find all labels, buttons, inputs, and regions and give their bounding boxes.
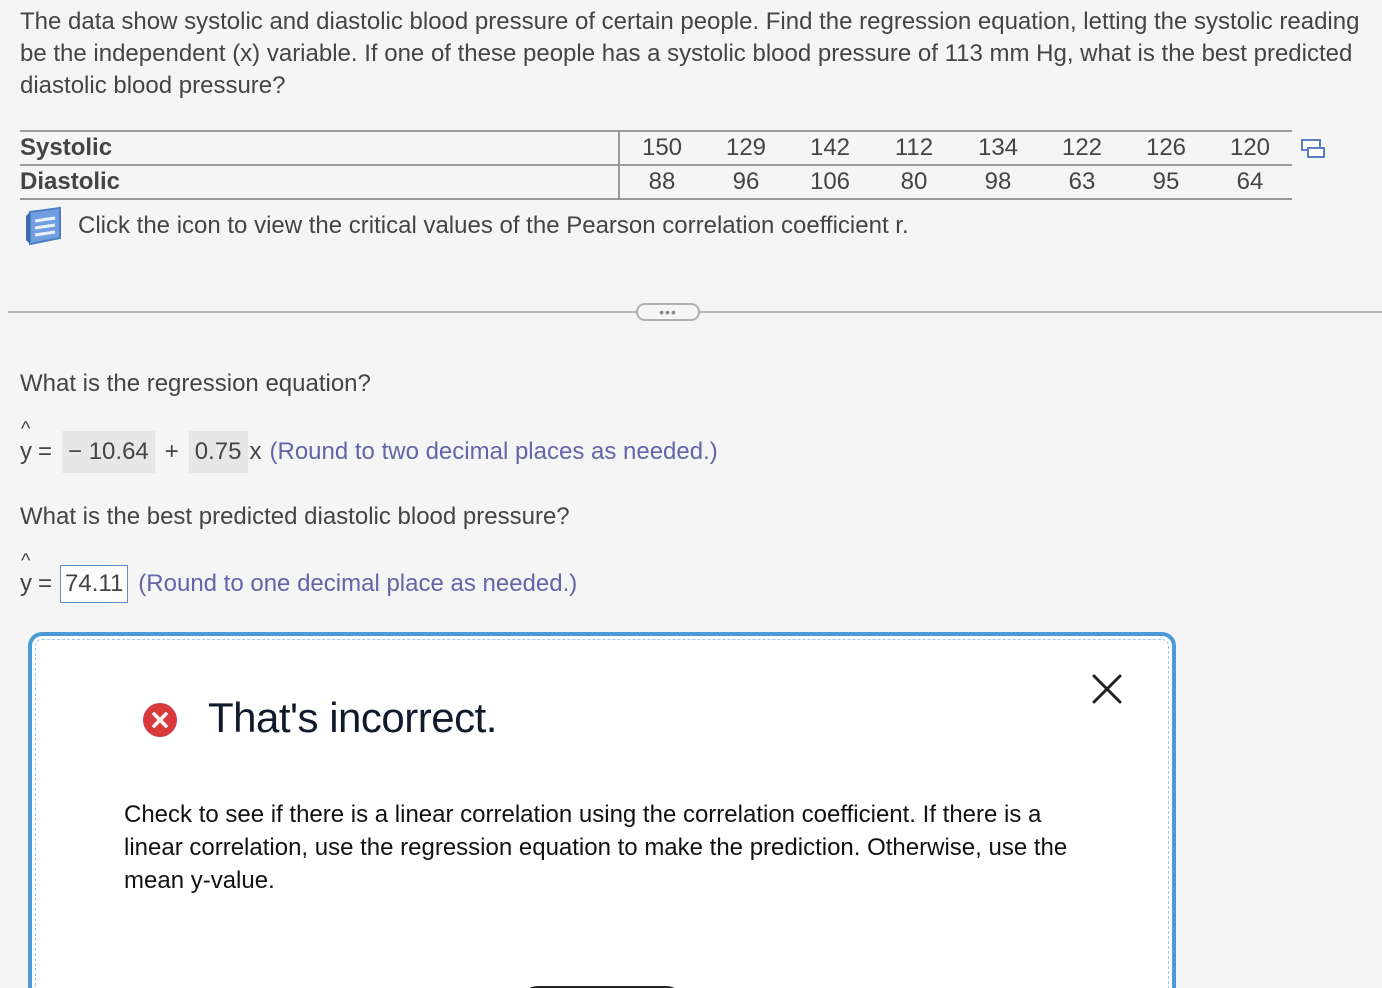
error-x-icon <box>142 702 178 738</box>
data-table: Systolic 150 129 142 112 134 122 126 120… <box>20 130 1292 200</box>
y-hat-symbol: ^ y <box>20 550 32 597</box>
book-icon[interactable] <box>24 206 66 246</box>
table-cell: 106 <box>788 165 872 200</box>
regression-prompt: What is the regression equation? <box>20 370 371 397</box>
critical-values-link[interactable]: Click the icon to view the critical valu… <box>24 206 909 246</box>
intercept-answer[interactable]: − 10.64 <box>62 431 155 473</box>
table-cell: 126 <box>1124 130 1208 166</box>
table-cell: 88 <box>619 165 704 200</box>
feedback-title: That's incorrect. <box>208 694 497 741</box>
feedback-message: Check to see if there is a linear correl… <box>124 801 1068 894</box>
equals-sign: = <box>38 438 53 465</box>
row-header-systolic: Systolic <box>20 130 620 166</box>
table-cell: 96 <box>704 165 788 200</box>
copy-table-icon[interactable] <box>1300 138 1326 160</box>
prediction-row: ^ y = 74.11 (Round to one decimal place a… <box>20 550 578 605</box>
table-cell: 142 <box>788 130 872 166</box>
rounding-note: (Round to one decimal place as needed.) <box>138 570 578 597</box>
table-cell: 120 <box>1208 130 1292 166</box>
close-icon[interactable] <box>1090 672 1124 706</box>
table-cell: 80 <box>872 165 956 200</box>
table-row-systolic: Systolic 150 129 142 112 134 122 126 120 <box>20 130 1292 166</box>
feedback-dialog: That's incorrect. Check to see if there … <box>28 632 1176 988</box>
question-text: The data show systolic and diastolic blo… <box>20 8 1360 99</box>
hint-text: Click the icon to view the critical valu… <box>78 212 909 239</box>
table-cell: 112 <box>872 130 956 166</box>
plus-sign: + <box>164 438 179 465</box>
slope-answer[interactable]: 0.75 <box>188 431 248 473</box>
table-cell: 64 <box>1208 165 1292 200</box>
prediction-prompt: What is the best predicted diastolic blo… <box>20 503 570 530</box>
regression-equation-row: ^ y = − 10.64 + 0.75 x (Round to two deci… <box>20 418 718 473</box>
equals-sign: = <box>38 570 53 597</box>
question-page: The data show systolic and diastolic blo… <box>0 0 1382 988</box>
rounding-note: (Round to two decimal places as needed.) <box>269 438 718 465</box>
prediction-answer-field[interactable]: 74.11 <box>60 565 129 603</box>
row-header-diastolic: Diastolic <box>20 165 620 200</box>
table-row-diastolic: Diastolic 88 96 106 80 98 63 95 64 <box>20 165 1292 200</box>
table-cell: 122 <box>1040 130 1124 166</box>
table-cell: 98 <box>956 165 1040 200</box>
table-cell: 129 <box>704 130 788 166</box>
expand-more-button[interactable]: ••• <box>636 303 700 321</box>
x-variable: x <box>249 438 262 465</box>
table-cell: 150 <box>619 130 704 166</box>
table-cell: 134 <box>956 130 1040 166</box>
table-cell: 63 <box>1040 165 1124 200</box>
table-cell: 95 <box>1124 165 1208 200</box>
y-hat-symbol: ^ y <box>20 418 32 465</box>
